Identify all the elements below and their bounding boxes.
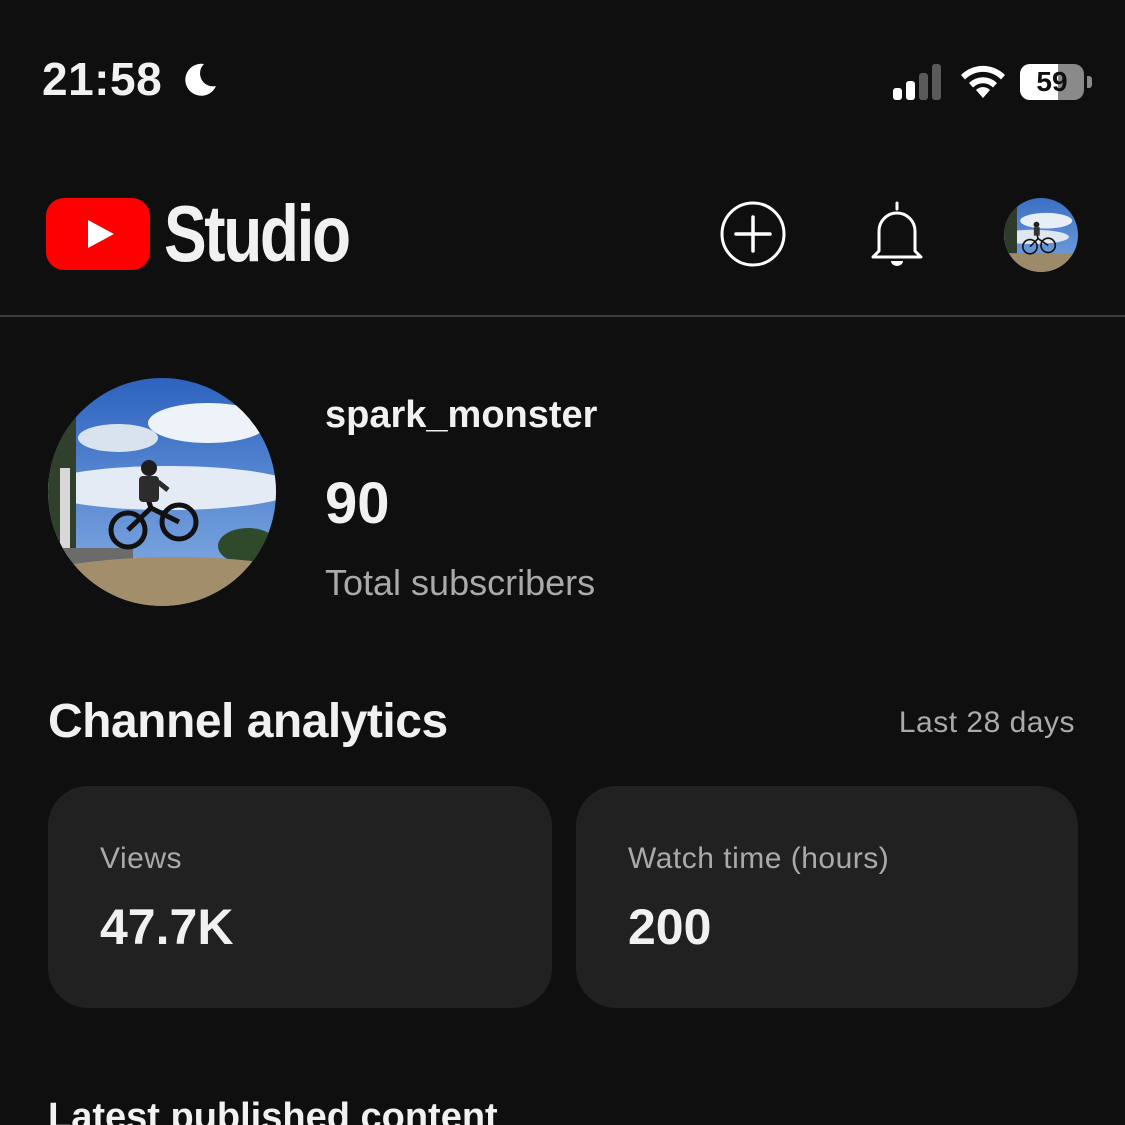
plus-circle-icon [720,201,786,267]
battery-indicator: 59 [1020,64,1092,100]
moon-icon [185,63,216,96]
create-button[interactable] [713,194,793,274]
status-bar: 21:58 59 [0,0,1125,160]
watch-time-value: 200 [628,899,712,955]
wifi-icon [961,65,1005,98]
avatar-photo [1004,198,1078,272]
bell-icon [871,201,923,266]
views-value: 47.7K [100,899,234,955]
channel-analytics-title: Channel analytics [48,695,448,748]
analytics-range[interactable]: Last 28 days [899,706,1075,740]
studio-home-screen: 21:58 59 Studio spark_monster 90 Total s… [0,0,1125,1125]
channel-avatar-photo [48,378,276,606]
battery-tip [1087,76,1092,88]
views-card[interactable]: Views 47.7K [48,786,552,1008]
status-time: 21:58 [42,53,163,105]
header-divider [0,315,1125,317]
app-bar: Studio [0,170,1125,316]
notifications-button[interactable] [857,194,937,274]
battery-percent: 59 [1036,66,1068,97]
watch-time-label: Watch time (hours) [628,842,890,875]
youtube-logo-icon[interactable] [46,198,150,270]
account-avatar[interactable] [1004,198,1078,272]
latest-content-title: Latest published content [48,1096,498,1125]
watch-time-card[interactable]: Watch time (hours) 200 [576,786,1078,1008]
channel-avatar[interactable] [48,378,276,606]
subscriber-count: 90 [325,471,390,536]
subscriber-label: Total subscribers [325,562,596,603]
battery-body: 59 [1020,64,1084,100]
studio-brand-text[interactable]: Studio [164,188,351,280]
views-label: Views [100,842,182,875]
cellular-signal-icon [893,64,941,100]
channel-name: spark_monster [325,394,598,436]
